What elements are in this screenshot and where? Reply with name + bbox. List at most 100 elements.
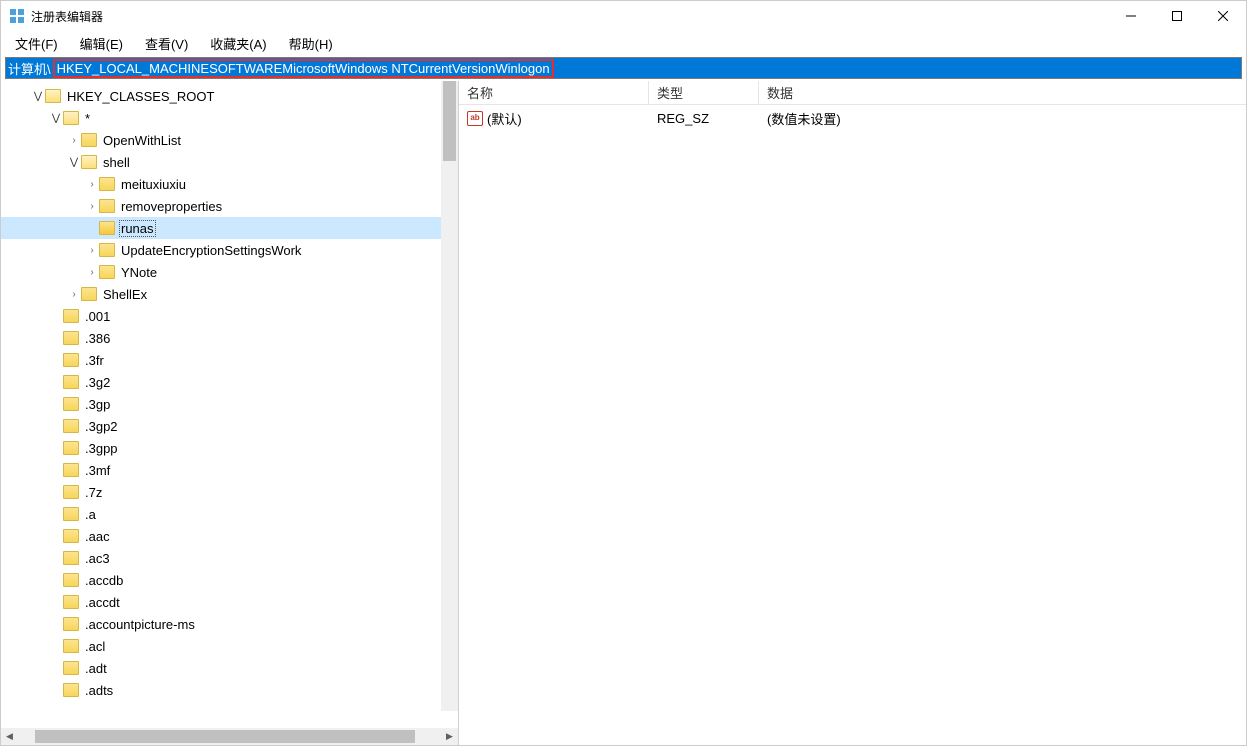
expander-icon[interactable]: ⋁: [67, 157, 81, 168]
tree-ynote[interactable]: › YNote: [1, 261, 458, 283]
maximize-button[interactable]: [1154, 1, 1200, 31]
tree-label: .adt: [83, 661, 109, 676]
scroll-left-arrow-icon[interactable]: ◀: [1, 728, 18, 745]
address-path: HKEY_LOCAL_MACHINESOFTWAREMicrosoftWindo…: [57, 61, 550, 76]
list-body[interactable]: ab (默认) REG_SZ (数值未设置): [459, 105, 1246, 745]
tree-label: HKEY_CLASSES_ROOT: [65, 89, 216, 104]
tree-label: .3fr: [83, 353, 106, 368]
tree-ext-accdt[interactable]: .accdt: [1, 591, 458, 613]
tree-hkcr[interactable]: ⋁ HKEY_CLASSES_ROOT: [1, 85, 458, 107]
menu-file[interactable]: 文件(F): [11, 32, 62, 55]
close-button[interactable]: [1200, 1, 1246, 31]
tree-horizontal-scrollbar[interactable]: ◀ ▶: [1, 728, 458, 745]
folder-icon: [63, 551, 79, 565]
tree-ext-001[interactable]: .001: [1, 305, 458, 327]
tree-openwithlist[interactable]: › OpenWithList: [1, 129, 458, 151]
tree-runas[interactable]: runas: [1, 217, 458, 239]
list-row[interactable]: ab (默认) REG_SZ (数值未设置): [459, 107, 1246, 129]
tree-ext-a[interactable]: .a: [1, 503, 458, 525]
menu-edit[interactable]: 编辑(E): [76, 32, 127, 55]
folder-icon: [63, 683, 79, 697]
tree-label: .3gp: [83, 397, 112, 412]
content-area: ⋁ HKEY_CLASSES_ROOT ⋁ * › OpenWithList ⋁…: [1, 81, 1246, 745]
expander-icon[interactable]: ›: [67, 289, 81, 300]
tree-meituxiuxiu[interactable]: › meituxiuxiu: [1, 173, 458, 195]
tree-label: runas: [119, 220, 156, 237]
tree-ext-adts[interactable]: .adts: [1, 679, 458, 701]
tree-ext-386[interactable]: .386: [1, 327, 458, 349]
column-header-data[interactable]: 数据: [759, 81, 1246, 104]
tree-label: .3gp2: [83, 419, 120, 434]
tree-ext-ac3[interactable]: .ac3: [1, 547, 458, 569]
titlebar: 注册表编辑器: [1, 1, 1246, 31]
tree-label: OpenWithList: [101, 133, 183, 148]
tree-label: .accdt: [83, 595, 122, 610]
folder-icon: [63, 661, 79, 675]
menu-view[interactable]: 查看(V): [141, 32, 192, 55]
expander-icon[interactable]: ›: [67, 135, 81, 146]
tree-ext-aac[interactable]: .aac: [1, 525, 458, 547]
minimize-button[interactable]: [1108, 1, 1154, 31]
tree-horizontal-scrollthumb[interactable]: [35, 730, 415, 743]
menubar: 文件(F) 编辑(E) 查看(V) 收藏夹(A) 帮助(H): [1, 31, 1246, 55]
tree-ext-3mf[interactable]: .3mf: [1, 459, 458, 481]
tree-ext-accdb[interactable]: .accdb: [1, 569, 458, 591]
tree-label: meituxiuxiu: [119, 177, 188, 192]
tree-label: .386: [83, 331, 112, 346]
tree-vertical-scrollthumb[interactable]: [443, 81, 456, 161]
tree-updateenc[interactable]: › UpdateEncryptionSettingsWork: [1, 239, 458, 261]
column-header-type[interactable]: 类型: [649, 81, 759, 104]
tree-ext-adt[interactable]: .adt: [1, 657, 458, 679]
tree-ext-3gpp[interactable]: .3gpp: [1, 437, 458, 459]
tree-shell[interactable]: ⋁ shell: [1, 151, 458, 173]
folder-icon: [63, 419, 79, 433]
tree-ext-7z[interactable]: .7z: [1, 481, 458, 503]
expander-icon[interactable]: ›: [85, 201, 99, 212]
address-highlight-box: HKEY_LOCAL_MACHINESOFTWAREMicrosoftWindo…: [53, 59, 554, 78]
folder-icon: [63, 441, 79, 455]
addressbar-container: 计算机\HKEY_LOCAL_MACHINESOFTWAREMicrosoftW…: [1, 55, 1246, 81]
tree-removeproperties[interactable]: › removeproperties: [1, 195, 458, 217]
scroll-right-arrow-icon[interactable]: ▶: [441, 728, 458, 745]
addressbar[interactable]: 计算机\HKEY_LOCAL_MACHINESOFTWAREMicrosoftW…: [5, 57, 1242, 79]
cell-name: ab (默认): [459, 109, 649, 128]
expander-icon[interactable]: ⋁: [49, 113, 63, 124]
tree-label: .accdb: [83, 573, 125, 588]
list-header: 名称 类型 数据: [459, 81, 1246, 105]
tree-ext-acl[interactable]: .acl: [1, 635, 458, 657]
folder-icon: [99, 265, 115, 279]
column-header-name[interactable]: 名称: [459, 81, 649, 104]
tree-label: .adts: [83, 683, 115, 698]
folder-icon: [63, 309, 79, 323]
tree-pane: ⋁ HKEY_CLASSES_ROOT ⋁ * › OpenWithList ⋁…: [1, 81, 459, 745]
tree-scroll[interactable]: ⋁ HKEY_CLASSES_ROOT ⋁ * › OpenWithList ⋁…: [1, 81, 458, 728]
expander-icon[interactable]: ›: [85, 267, 99, 278]
expander-icon[interactable]: ›: [85, 179, 99, 190]
tree-label: .ac3: [83, 551, 112, 566]
menu-help[interactable]: 帮助(H): [285, 32, 337, 55]
tree-label: .7z: [83, 485, 104, 500]
tree-ext-3g2[interactable]: .3g2: [1, 371, 458, 393]
cell-type: REG_SZ: [649, 111, 759, 126]
menu-favorites[interactable]: 收藏夹(A): [206, 32, 270, 55]
regedit-app-icon: [9, 8, 25, 24]
folder-icon: [63, 639, 79, 653]
tree-ext-accountpicturems[interactable]: .accountpicture-ms: [1, 613, 458, 635]
tree-label: .accountpicture-ms: [83, 617, 197, 632]
folder-icon: [63, 485, 79, 499]
tree-vertical-scrollbar[interactable]: [441, 81, 458, 711]
folder-icon: [63, 111, 79, 125]
tree-ext-3gp2[interactable]: .3gp2: [1, 415, 458, 437]
folder-icon: [63, 375, 79, 389]
folder-icon: [81, 287, 97, 301]
tree-shellex[interactable]: › ShellEx: [1, 283, 458, 305]
tree-label: UpdateEncryptionSettingsWork: [119, 243, 303, 258]
tree-ext-3gp[interactable]: .3gp: [1, 393, 458, 415]
tree-label: ShellEx: [101, 287, 149, 302]
tree-star[interactable]: ⋁ *: [1, 107, 458, 129]
folder-icon: [45, 89, 61, 103]
expander-icon[interactable]: ⋁: [31, 91, 45, 102]
tree-label: shell: [101, 155, 132, 170]
expander-icon[interactable]: ›: [85, 245, 99, 256]
tree-ext-3fr[interactable]: .3fr: [1, 349, 458, 371]
